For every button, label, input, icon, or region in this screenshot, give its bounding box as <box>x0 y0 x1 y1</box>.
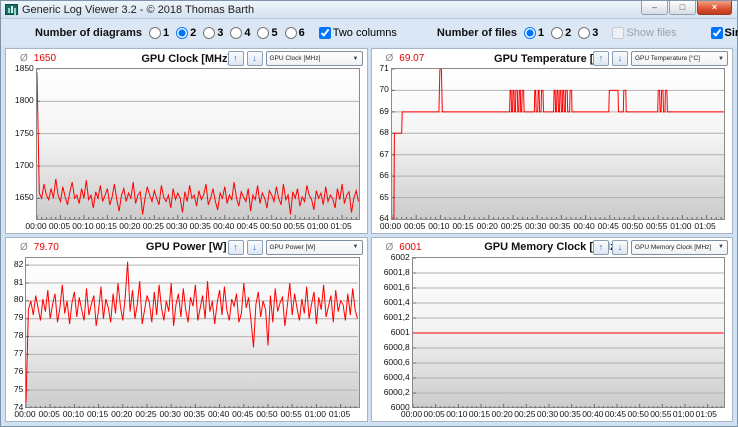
average-readout: Ø 79.70 <box>20 242 59 253</box>
diagram-radio-5[interactable] <box>257 27 269 39</box>
diagram-option-6: 6 <box>285 27 305 39</box>
average-value: 1650 <box>34 53 56 64</box>
move-up-button[interactable]: ↑ <box>228 240 244 255</box>
diagram-option-5: 5 <box>257 27 277 39</box>
two-columns-input[interactable] <box>319 27 331 39</box>
y-axis-labels: 18501800175017001650 <box>6 68 36 220</box>
signal-select-dropdown[interactable]: GPU Clock [MHz] ▼ <box>266 51 363 66</box>
plot-area <box>391 68 725 220</box>
move-up-button[interactable]: ↑ <box>593 51 609 66</box>
app-icon <box>5 4 18 15</box>
panel-header: Ø 6001 GPU Memory Clock [MHz] ↑ ↓ GPU Me… <box>372 238 733 257</box>
chart-title: GPU Power [W] <box>146 241 227 253</box>
maximize-button[interactable]: □ <box>669 1 696 15</box>
chart-panel-gpu-power: Ø 79.70 GPU Power [W] ↑ ↓ GPU Power [W] … <box>5 237 368 423</box>
show-files-input[interactable] <box>612 27 624 39</box>
files-option-2: 2 <box>551 27 571 39</box>
plot-area <box>36 68 360 220</box>
files-radio-2[interactable] <box>551 27 563 39</box>
move-down-button[interactable]: ↓ <box>247 240 263 255</box>
chevron-down-icon: ▼ <box>353 244 359 250</box>
x-axis-labels: 00:0000:0500:1000:1500:2000:2500:3000:35… <box>372 220 733 233</box>
files-radio-3[interactable] <box>578 27 590 39</box>
x-axis-labels: 00:0000:0500:1000:1500:2000:2500:3000:35… <box>372 408 733 421</box>
move-down-button[interactable]: ↓ <box>612 240 628 255</box>
chart-title: GPU Clock [MHz] <box>141 53 231 65</box>
signal-select-dropdown[interactable]: GPU Temperature [°C] ▼ <box>631 51 728 66</box>
x-axis-labels: 00:0000:0500:1000:1500:2000:2500:3000:35… <box>6 220 367 233</box>
chart-panel-gpu-clock: Ø 1650 GPU Clock [MHz] ↑ ↓ GPU Clock [MH… <box>5 48 368 234</box>
simple-mode-checkbox: Simple mode <box>711 27 738 39</box>
average-symbol: Ø <box>20 242 28 253</box>
titlebar: Generic Log Viewer 3.2 - © 2018 Thomas B… <box>1 1 737 19</box>
files-option-1: 1 <box>524 27 544 39</box>
toolbar: Number of diagrams 1 2 3 4 5 6 Two colum… <box>1 19 737 46</box>
move-down-button[interactable]: ↓ <box>247 51 263 66</box>
diagram-radio-3[interactable] <box>203 27 215 39</box>
diagram-radio-6[interactable] <box>285 27 297 39</box>
diagrams-count-label: Number of diagrams <box>35 27 142 39</box>
move-up-button[interactable]: ↑ <box>593 240 609 255</box>
files-option-3: 3 <box>578 27 598 39</box>
diagram-radio-2[interactable] <box>176 27 188 39</box>
simple-mode-input[interactable] <box>711 27 723 39</box>
files-radio-1[interactable] <box>524 27 536 39</box>
average-value: 79.70 <box>34 242 59 253</box>
move-down-button[interactable]: ↓ <box>612 51 628 66</box>
average-readout: Ø 69.07 <box>386 53 425 64</box>
window-title: Generic Log Viewer 3.2 - © 2018 Thomas B… <box>22 4 254 16</box>
signal-select-dropdown[interactable]: GPU Memory Clock [MHz] ▼ <box>631 240 728 255</box>
diagram-radio-4[interactable] <box>230 27 242 39</box>
chart-grid: Ø 1650 GPU Clock [MHz] ↑ ↓ GPU Clock [MH… <box>1 46 737 426</box>
chevron-down-icon: ▼ <box>718 56 724 62</box>
minimize-button[interactable]: – <box>641 1 668 15</box>
diagram-option-3: 3 <box>203 27 223 39</box>
plot-area <box>412 257 725 409</box>
show-files-checkbox: Show files <box>612 27 676 39</box>
y-axis-labels: 60026001,86001,66001,46001,260016000,860… <box>372 257 412 409</box>
panel-header: Ø 69.07 GPU Temperature [°C] ↑ ↓ GPU Tem… <box>372 49 733 68</box>
two-columns-checkbox: Two columns <box>319 27 397 39</box>
files-count-label: Number of files <box>437 27 517 39</box>
close-button[interactable]: × <box>697 1 732 15</box>
diagram-option-1: 1 <box>149 27 169 39</box>
chevron-down-icon: ▼ <box>718 244 724 250</box>
chart-panel-gpu-memory-clock: Ø 6001 GPU Memory Clock [MHz] ↑ ↓ GPU Me… <box>371 237 734 423</box>
y-axis-labels: 7170696867666564 <box>372 68 391 220</box>
plot-area <box>25 257 359 409</box>
diagram-option-4: 4 <box>230 27 250 39</box>
chart-panel-gpu-temperature: Ø 69.07 GPU Temperature [°C] ↑ ↓ GPU Tem… <box>371 48 734 234</box>
average-value: 69.07 <box>399 53 424 64</box>
signal-select-dropdown[interactable]: GPU Power [W] ▼ <box>266 240 363 255</box>
diagram-radio-1[interactable] <box>149 27 161 39</box>
move-up-button[interactable]: ↑ <box>228 51 244 66</box>
panel-header: Ø 1650 GPU Clock [MHz] ↑ ↓ GPU Clock [MH… <box>6 49 367 68</box>
y-axis-labels: 828180797877767574 <box>6 257 25 409</box>
panel-header: Ø 79.70 GPU Power [W] ↑ ↓ GPU Power [W] … <box>6 238 367 257</box>
x-axis-labels: 00:0000:0500:1000:1500:2000:2500:3000:35… <box>6 408 367 421</box>
chevron-down-icon: ▼ <box>353 56 359 62</box>
diagram-option-2: 2 <box>176 27 196 39</box>
